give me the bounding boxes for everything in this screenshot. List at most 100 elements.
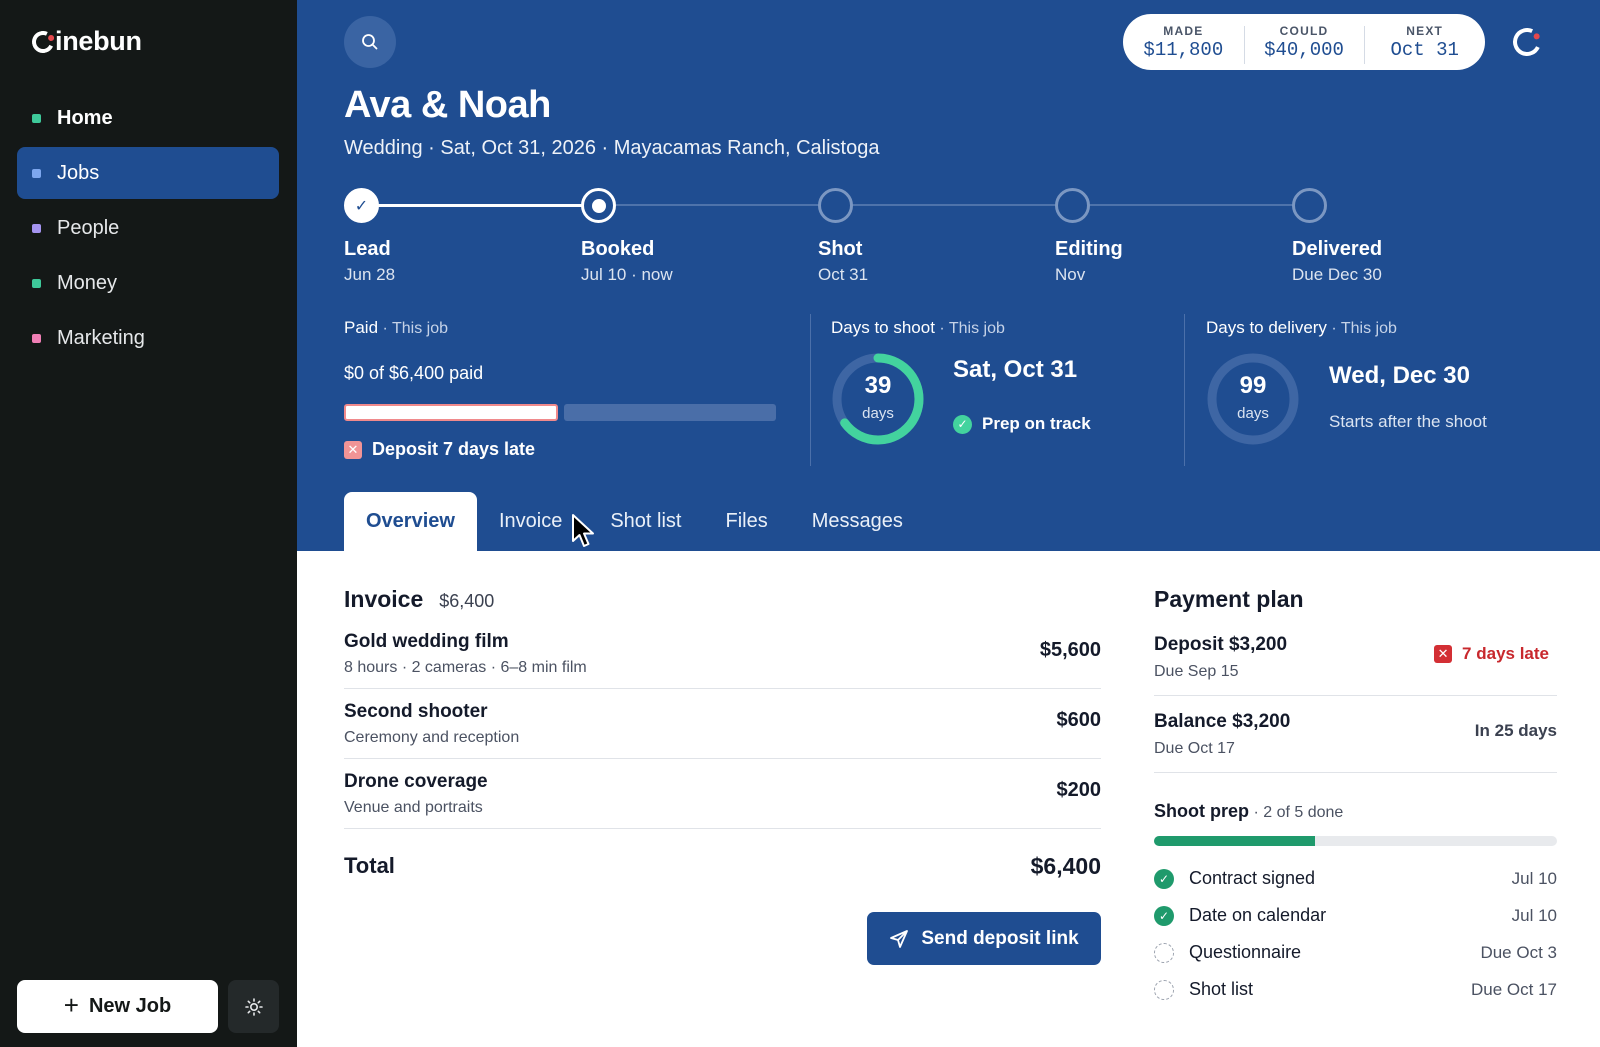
checklist-date: Jul 10 bbox=[1511, 905, 1557, 925]
step-delivered-node[interactable] bbox=[1292, 188, 1327, 223]
sidebar-item-money[interactable]: Money bbox=[17, 257, 279, 309]
tab-shot-list[interactable]: Shot list bbox=[590, 492, 703, 551]
sidebar-item-jobs[interactable]: Jobs bbox=[17, 147, 279, 199]
check-icon[interactable]: ✓ bbox=[1154, 868, 1174, 889]
job-tabs: Overview Invoice Shot list Files Message… bbox=[344, 492, 925, 551]
list-item[interactable]: Deposit $3,200 Due Sep 15 ✕ 7 days late bbox=[1154, 619, 1557, 696]
tab-overview[interactable]: Overview bbox=[344, 492, 477, 551]
invoice-line-items: Gold wedding film 8 hours · 2 cameras · … bbox=[344, 619, 1101, 905]
metric-scope: · This job bbox=[1326, 320, 1397, 337]
shoot-metric-title: Days to shoot · This job bbox=[831, 318, 1005, 338]
status-badge: ✕ 7 days late bbox=[1434, 644, 1549, 664]
delivery-note: Starts after the shoot bbox=[1329, 412, 1487, 431]
nav-dot-icon bbox=[32, 333, 41, 343]
step-lead-check-icon[interactable]: ✓ bbox=[344, 188, 379, 223]
shoot-days-unit: days bbox=[862, 405, 894, 422]
nav-dot-icon bbox=[32, 223, 41, 233]
payment-bar-deposit bbox=[344, 404, 558, 421]
stat-value: $40,000 bbox=[1264, 38, 1344, 61]
search-button[interactable] bbox=[344, 16, 396, 68]
step-label: Booked bbox=[581, 238, 655, 260]
status-text: In 25 days bbox=[1474, 721, 1557, 740]
prep-count: · 2 of 5 done bbox=[1249, 804, 1344, 821]
table-row[interactable]: Gold wedding film 8 hours · 2 cameras · … bbox=[344, 619, 1101, 689]
line-item-price: $600 bbox=[1056, 709, 1102, 731]
stat-value: Oct 31 bbox=[1390, 38, 1459, 61]
tab-files[interactable]: Files bbox=[703, 492, 789, 551]
sidebar-nav: Home Jobs People Money Marketing bbox=[17, 92, 279, 367]
metric-scope: · This job bbox=[378, 320, 448, 337]
metric-title-text: Paid bbox=[344, 318, 379, 337]
table-row[interactable]: Second shooter Ceremony and reception $6… bbox=[344, 689, 1101, 759]
account-menu-icon[interactable] bbox=[1509, 24, 1545, 60]
list-item[interactable]: ✓ Contract signed Jul 10 bbox=[1154, 860, 1557, 897]
payment-plan-rows: Deposit $3,200 Due Sep 15 ✕ 7 days late … bbox=[1154, 619, 1557, 773]
check-icon: ✓ bbox=[953, 414, 972, 434]
step-shot-node[interactable] bbox=[818, 188, 853, 223]
job-subtitle: Wedding · Sat, Oct 31, 2026 · Mayacamas … bbox=[344, 137, 880, 159]
step-date: Due Dec 30 bbox=[1292, 265, 1382, 284]
step-editing-node[interactable] bbox=[1055, 188, 1090, 223]
line-item-price: $5,600 bbox=[1039, 639, 1101, 661]
payment-name: Balance $3,200 bbox=[1154, 711, 1291, 732]
payment-plan-section: Payment plan Deposit $3,200 Due Sep 15 ✕… bbox=[1154, 586, 1557, 1008]
step-booked-node[interactable] bbox=[581, 188, 616, 223]
shoot-prep-progress bbox=[1154, 836, 1557, 846]
stepper-track bbox=[616, 204, 1322, 206]
list-item[interactable]: Shot list Due Oct 17 bbox=[1154, 971, 1557, 1008]
empty-circle-icon[interactable] bbox=[1154, 979, 1174, 1000]
line-item-desc: 8 hours · 2 cameras · 6–8 min film bbox=[344, 659, 587, 676]
job-progress-stepper: ✓ Lead Jun 28 Booked Jul 10 · now Shot O… bbox=[344, 188, 1382, 288]
total-label: Total bbox=[344, 853, 395, 878]
payment-name: Deposit $3,200 bbox=[1154, 634, 1288, 655]
late-x-icon: ✕ bbox=[344, 440, 362, 459]
stat-value: $11,800 bbox=[1143, 38, 1224, 61]
step-label: Shot bbox=[818, 238, 863, 260]
checklist-date: Jul 10 bbox=[1511, 868, 1557, 888]
logo-mark-icon bbox=[28, 27, 58, 56]
sidebar-item-home[interactable]: Home bbox=[17, 92, 279, 144]
checklist-label: Contract signed bbox=[1189, 868, 1316, 888]
sidebar-item-people[interactable]: People bbox=[17, 202, 279, 254]
new-job-button[interactable]: + New Job bbox=[17, 980, 218, 1033]
late-x-icon: ✕ bbox=[1434, 645, 1453, 663]
tab-messages[interactable]: Messages bbox=[790, 492, 925, 551]
delivery-countdown-ring: 99 days bbox=[1206, 352, 1300, 446]
theme-toggle-button[interactable] bbox=[228, 980, 279, 1033]
table-row[interactable]: Drone coverage Venue and portraits $200 bbox=[344, 759, 1101, 829]
nav-dot-icon bbox=[32, 168, 41, 178]
stat-could: COULD $40,000 bbox=[1243, 24, 1365, 64]
line-item-price: $200 bbox=[1056, 779, 1102, 801]
metric-divider bbox=[1184, 314, 1185, 466]
metric-title-text: Days to delivery bbox=[1206, 318, 1327, 337]
shoot-prep-progress-fill bbox=[1154, 836, 1316, 846]
list-item[interactable]: Questionnaire Due Oct 3 bbox=[1154, 934, 1557, 971]
sidebar-item-label: Jobs bbox=[57, 161, 100, 184]
app-logo[interactable]: inebun bbox=[28, 26, 142, 57]
nav-dot-icon bbox=[32, 113, 41, 123]
step-label: Lead bbox=[344, 238, 391, 260]
invoice-title: Invoice bbox=[344, 586, 424, 612]
payment-plan-title: Payment plan bbox=[1154, 586, 1304, 612]
stat-next: NEXT Oct 31 bbox=[1364, 24, 1485, 64]
checklist-label: Date on calendar bbox=[1189, 905, 1327, 925]
list-item[interactable]: ✓ Date on calendar Jul 10 bbox=[1154, 897, 1557, 934]
check-icon[interactable]: ✓ bbox=[1154, 905, 1174, 926]
shoot-countdown-ring: 39 days bbox=[831, 352, 925, 446]
page-title: Ava & Noah bbox=[344, 84, 551, 126]
total-value: $6,400 bbox=[1030, 853, 1101, 879]
empty-circle-icon[interactable] bbox=[1154, 942, 1174, 963]
nav-dot-icon bbox=[32, 278, 41, 288]
search-icon bbox=[362, 34, 378, 50]
list-item[interactable]: Balance $3,200 Due Oct 17 In 25 days bbox=[1154, 696, 1557, 773]
send-deposit-link-button[interactable]: Send deposit link bbox=[867, 912, 1101, 965]
sun-icon bbox=[244, 997, 263, 1016]
current-dot-icon bbox=[591, 198, 606, 213]
sidebar-item-marketing[interactable]: Marketing bbox=[17, 312, 279, 364]
status-text: 7 days late bbox=[1462, 644, 1549, 663]
earnings-summary[interactable]: MADE $11,800 COULD $40,000 NEXT Oct 31 bbox=[1123, 14, 1485, 70]
step-date: Jun 28 bbox=[344, 265, 396, 284]
checklist-label: Shot list bbox=[1189, 979, 1254, 999]
paid-amount: $0 of $6,400 paid bbox=[344, 363, 484, 383]
logo-text: inebun bbox=[55, 26, 142, 56]
